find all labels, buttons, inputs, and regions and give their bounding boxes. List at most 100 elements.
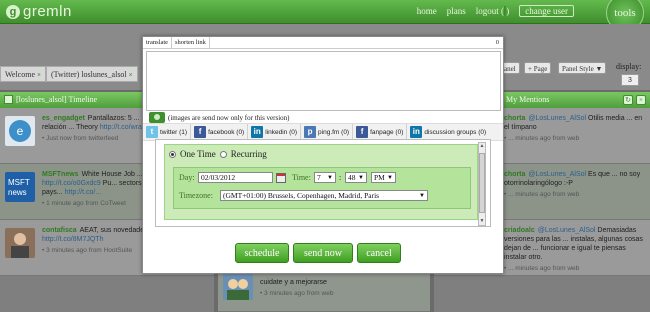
tweet-text: chorta @LosLunes_AlSol Otilis media ... e…: [504, 114, 646, 143]
timezone-select[interactable]: (GMT+01:00) Brussels, Copenhagen, Madrid…: [220, 190, 428, 201]
network-label: fanpage (0): [370, 128, 404, 136]
scroll-up-icon[interactable]: ▲: [479, 143, 485, 150]
display-select[interactable]: 3: [621, 74, 639, 86]
network-pingfm[interactable]: p ping.fm (0): [301, 124, 354, 140]
scroll-thumb[interactable]: [479, 153, 485, 213]
chevron-down-icon: ▼: [358, 175, 364, 181]
tweet-text: criadoalc @LosLunes_AlSol Demasiadas vers…: [504, 226, 646, 273]
tweet-user[interactable]: chorta: [504, 171, 525, 178]
nav-logout-link[interactable]: logout ( ): [475, 6, 510, 17]
network-label: discussion groups (0): [424, 128, 487, 136]
recurring-radio[interactable]: [219, 150, 227, 158]
tweet-link[interactable]: http://t.co/8M7JQTh: [42, 236, 103, 243]
tweet-mention[interactable]: @LosLunes_AlSol: [528, 115, 586, 122]
column-checkbox[interactable]: [4, 95, 13, 104]
column-title: [loslunes_alsol] Timeline: [16, 95, 98, 104]
linkedin-icon: in: [251, 126, 264, 138]
tweet-link[interactable]: http://t.co/o0Gxdc9: [42, 180, 101, 187]
logo-text: gremln: [23, 3, 72, 20]
day-input[interactable]: 02/03/2012: [198, 172, 273, 183]
network-label: linkedin (0): [265, 128, 298, 136]
timezone-value: (GMT+01:00) Brussels, Copenhagen, Madrid…: [223, 191, 380, 200]
column-title: My Mentions: [506, 95, 550, 104]
add-page-button[interactable]: + Page: [524, 62, 552, 74]
send-now-button[interactable]: send now: [293, 243, 353, 263]
network-label: facebook (0): [208, 128, 245, 136]
refresh-icon[interactable]: ↻: [623, 95, 633, 105]
avatar: [223, 270, 253, 300]
network-linkedin[interactable]: in linkedin (0): [248, 124, 302, 140]
facebook-icon: f: [194, 126, 207, 138]
tweet-meta: • 3 minutes ago from web: [260, 290, 334, 297]
add-image-icon[interactable]: [149, 112, 165, 123]
schedule-scrollbar[interactable]: ▲ ▼: [478, 142, 486, 226]
day-label: Day:: [179, 173, 195, 182]
nav-plans-link[interactable]: plans: [447, 6, 466, 17]
message-textarea[interactable]: [146, 51, 501, 111]
network-facebook[interactable]: f facebook (0): [191, 124, 249, 140]
user-photo-icon: [11, 233, 29, 258]
schedule-button[interactable]: schedule: [235, 243, 289, 263]
user-photo-icon: [227, 279, 249, 300]
calendar-icon[interactable]: [276, 173, 286, 183]
logout-label: logout (: [475, 6, 505, 16]
scroll-down-icon[interactable]: ▼: [479, 218, 485, 225]
minute-select[interactable]: 48 ▼: [345, 172, 367, 183]
tweet-user[interactable]: chorta: [504, 115, 525, 122]
change-user-button[interactable]: change user: [519, 5, 574, 17]
tweet-user[interactable]: contafisca: [42, 227, 77, 234]
avatar: e: [5, 116, 35, 146]
top-bar: g gremln home plans logout ( ) change us…: [0, 0, 650, 32]
column-icons: ↻ ×: [623, 95, 646, 105]
tweet-meta: • ... minutes ago from web: [504, 265, 580, 272]
shorten-link-tab[interactable]: shorten link: [172, 37, 210, 48]
chevron-down-icon: ▼: [387, 175, 393, 181]
top-nav: home plans logout ( ) change user: [417, 5, 574, 17]
schedule-panel: One Time Recurring Day: 02/03/2012 Time:…: [155, 139, 491, 227]
network-twitter[interactable]: t twitter (1): [143, 124, 192, 140]
network-discussion-groups[interactable]: in discussion groups (0): [407, 124, 489, 140]
tweet-mention[interactable]: @LosLunes_AlSol: [538, 227, 596, 234]
one-time-radio[interactable]: [169, 150, 176, 158]
linkedin-icon: in: [410, 126, 423, 138]
close-icon[interactable]: ×: [129, 71, 133, 79]
time-separator: :: [339, 173, 342, 182]
display-label: display:: [616, 62, 642, 71]
compose-modal: translate shorten link 0 t twitter (1) ff…: [142, 36, 504, 274]
modal-tools: translate shorten link 0: [143, 37, 503, 49]
tab-twitter-loslunes[interactable]: (Twitter) loslunes_alsol ×: [46, 66, 138, 82]
tweet-user[interactable]: MSFTnews: [42, 171, 79, 178]
tweet-mention[interactable]: @LosLunes_AlSol: [528, 171, 586, 178]
msft-news-logo-icon: MSFTnews: [8, 178, 30, 197]
schedule-type: One Time Recurring: [169, 149, 267, 159]
panel-style-button[interactable]: Panel Style ▼: [558, 62, 607, 74]
logout-end: ): [506, 6, 510, 16]
tweet-body: cuidate y a mejorarse: [260, 279, 327, 286]
timezone-label: Timezone:: [179, 191, 213, 200]
recurring-label: Recurring: [230, 149, 267, 159]
network-fanpage[interactable]: f fanpage (0): [353, 124, 408, 140]
close-icon[interactable]: ×: [636, 95, 646, 105]
logo[interactable]: g gremln: [6, 3, 72, 20]
close-icon[interactable]: ×: [37, 71, 41, 79]
nav-home-link[interactable]: home: [417, 6, 437, 17]
one-time-label: One Time: [180, 149, 216, 159]
tweet-meta: • ... minutes ago from web: [504, 135, 580, 142]
tweet-meta: • ... minutes ago from web: [504, 191, 580, 198]
svg-text:e: e: [17, 124, 24, 138]
minute-value: 48: [348, 173, 356, 182]
schedule-options: One Time Recurring Day: 02/03/2012 Time:…: [164, 144, 478, 220]
tweet-link-2[interactable]: http://t.co/...: [65, 189, 102, 196]
tab-welcome[interactable]: Welcome ×: [0, 66, 47, 82]
pingfm-icon: p: [304, 126, 317, 138]
tweet-user[interactable]: criadoalc: [504, 227, 535, 234]
chevron-down-icon: ▼: [419, 193, 425, 199]
avatar: MSFT news: [5, 172, 35, 202]
ampm-value: PM: [374, 173, 385, 182]
hour-select[interactable]: 7 ▼: [314, 172, 336, 183]
cancel-button[interactable]: cancel: [357, 243, 401, 263]
translate-tab[interactable]: translate: [143, 37, 173, 48]
tweet-user[interactable]: es_engadget: [42, 115, 85, 122]
ampm-select[interactable]: PM ▼: [371, 172, 396, 183]
avatar: [5, 228, 35, 258]
